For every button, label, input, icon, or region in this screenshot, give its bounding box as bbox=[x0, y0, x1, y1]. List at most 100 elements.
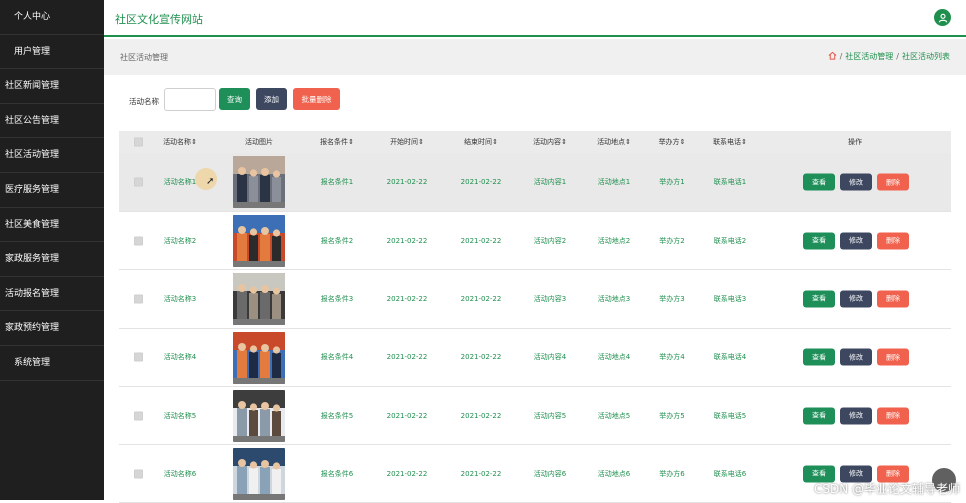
delete-button[interactable]: 删除 bbox=[877, 407, 909, 424]
view-button[interactable]: 查看 bbox=[803, 349, 835, 366]
cell-condition: 报名条件3 bbox=[321, 294, 353, 304]
query-button[interactable]: 查询 bbox=[219, 88, 250, 110]
breadcrumb-separator: / bbox=[896, 52, 899, 61]
cell-content: 活动内容6 bbox=[534, 469, 566, 479]
cell-name: 活动名称2 bbox=[164, 236, 196, 246]
col-header-end[interactable]: 结束时间⇕ bbox=[464, 137, 498, 147]
cell-condition: 报名条件4 bbox=[321, 352, 353, 362]
col-header-condition[interactable]: 报名条件⇕ bbox=[320, 137, 354, 147]
view-button[interactable]: 查看 bbox=[803, 290, 835, 307]
cell-name: 活动名称5 bbox=[164, 411, 196, 421]
cell-end: 2021-02-22 bbox=[461, 237, 502, 245]
activity-image bbox=[233, 448, 285, 500]
activity-image bbox=[233, 332, 285, 384]
cell-organizer: 举办方4 bbox=[659, 352, 684, 362]
sidebar-item-housekeeping-booking[interactable]: 家政预约管理 bbox=[0, 311, 104, 346]
sidebar-item-activity-signup[interactable]: 活动报名管理 bbox=[0, 277, 104, 312]
user-icon[interactable] bbox=[934, 9, 951, 26]
cell-condition: 报名条件6 bbox=[321, 469, 353, 479]
sidebar-item-news[interactable]: 社区新闻管理 bbox=[0, 69, 104, 104]
edit-button[interactable]: 修改 bbox=[840, 290, 872, 307]
batch-delete-button[interactable]: 批量删除 bbox=[293, 88, 340, 110]
sidebar-item-activities[interactable]: 社区活动管理 bbox=[0, 138, 104, 173]
sidebar-item-housekeeping[interactable]: 家政服务管理 bbox=[0, 242, 104, 277]
cell-start: 2021-02-22 bbox=[387, 470, 428, 478]
view-button[interactable]: 查看 bbox=[803, 407, 835, 424]
col-header-content[interactable]: 活动内容⇕ bbox=[533, 137, 567, 147]
delete-button[interactable]: 删除 bbox=[877, 174, 909, 191]
search-input[interactable] bbox=[164, 88, 216, 111]
cell-phone: 联系电话3 bbox=[714, 294, 746, 304]
cell-organizer: 举办方6 bbox=[659, 469, 684, 479]
cell-condition: 报名条件1 bbox=[321, 177, 353, 187]
select-all-checkbox[interactable] bbox=[134, 138, 143, 147]
cell-content: 活动内容3 bbox=[534, 294, 566, 304]
edit-button[interactable]: 修改 bbox=[840, 349, 872, 366]
cell-start: 2021-02-22 bbox=[387, 412, 428, 420]
col-header-phone[interactable]: 联系电话⇕ bbox=[713, 137, 747, 147]
sidebar-item-food[interactable]: 社区美食管理 bbox=[0, 208, 104, 243]
table-row[interactable]: 活动名称3 报名条件3 2021-02-22 2021-02-22 活动内容3 活动地点3… bbox=[119, 270, 951, 328]
cell-start: 2021-02-22 bbox=[387, 295, 428, 303]
table-row[interactable]: 活动名称2报名条件22021-02-222021-02-22活动内容2活动地点2… bbox=[119, 212, 951, 270]
edit-button[interactable]: 修改 bbox=[840, 407, 872, 424]
cell-organizer: 举办方5 bbox=[659, 411, 684, 421]
sidebar-item-personal-center[interactable]: 个人中心 bbox=[0, 0, 104, 35]
home-icon[interactable] bbox=[828, 51, 837, 62]
cell-place: 活动地点4 bbox=[598, 352, 630, 362]
edit-button[interactable]: 修改 bbox=[840, 174, 872, 191]
col-header-organizer[interactable]: 举办方⇕ bbox=[659, 137, 686, 147]
edit-button[interactable]: 修改 bbox=[840, 232, 872, 249]
cell-organizer: 举办方2 bbox=[659, 236, 684, 246]
cursor-arrow-icon: ➚ bbox=[206, 176, 214, 187]
page-title: 社区活动管理 bbox=[120, 52, 168, 63]
sidebar-item-announcements[interactable]: 社区公告管理 bbox=[0, 104, 104, 139]
row-checkbox[interactable] bbox=[134, 178, 143, 187]
view-button[interactable]: 查看 bbox=[803, 232, 835, 249]
table-row[interactable]: 活动名称5报名条件52021-02-222021-02-22活动内容5活动地点5… bbox=[119, 387, 951, 445]
search-label: 活动名称 bbox=[129, 96, 159, 107]
activity-table: 活动名称⇕ 活动图片 报名条件⇕ 开始时间⇕ 结束时间⇕ 活动内容⇕ 活动地点⇕… bbox=[119, 131, 951, 503]
row-checkbox[interactable] bbox=[134, 469, 143, 478]
table-row[interactable]: 活动名称4报名条件42021-02-222021-02-22活动内容4活动地点4… bbox=[119, 329, 951, 387]
col-header-place[interactable]: 活动地点⇕ bbox=[597, 137, 631, 147]
cell-content: 活动内容1 bbox=[534, 177, 566, 187]
add-button[interactable]: 添加 bbox=[256, 88, 287, 110]
cell-end: 2021-02-22 bbox=[461, 353, 502, 361]
cell-content: 活动内容4 bbox=[534, 352, 566, 362]
cell-organizer: 举办方3 bbox=[659, 294, 684, 304]
cell-end: 2021-02-22 bbox=[461, 470, 502, 478]
table-body: 活动名称1报名条件12021-02-222021-02-22活动内容1活动地点1… bbox=[119, 153, 951, 503]
row-checkbox[interactable] bbox=[134, 294, 143, 303]
delete-button[interactable]: 删除 bbox=[877, 290, 909, 307]
cell-place: 活动地点1 bbox=[598, 177, 630, 187]
breadcrumb-level1[interactable]: 社区活动管理 bbox=[845, 51, 893, 62]
row-checkbox[interactable] bbox=[134, 353, 143, 362]
top-bar: 社区文化宣传网站 bbox=[104, 0, 966, 37]
cell-phone: 联系电话6 bbox=[714, 469, 746, 479]
cell-end: 2021-02-22 bbox=[461, 295, 502, 303]
sidebar-item-system[interactable]: 系统管理 bbox=[0, 346, 104, 381]
watermark: CSDN @毕业论文辅导老师 bbox=[814, 480, 960, 497]
activity-image bbox=[233, 215, 285, 267]
cell-end: 2021-02-22 bbox=[461, 412, 502, 420]
cell-condition: 报名条件2 bbox=[321, 236, 353, 246]
cell-place: 活动地点6 bbox=[598, 469, 630, 479]
sidebar-item-medical[interactable]: 医疗服务管理 bbox=[0, 173, 104, 208]
cell-end: 2021-02-22 bbox=[461, 178, 502, 186]
cell-name: 活动名称3 bbox=[164, 294, 196, 304]
row-checkbox[interactable] bbox=[134, 236, 143, 245]
delete-button[interactable]: 删除 bbox=[877, 349, 909, 366]
view-button[interactable]: 查看 bbox=[803, 174, 835, 191]
table-row[interactable]: 活动名称1报名条件12021-02-222021-02-22活动内容1活动地点1… bbox=[119, 153, 951, 212]
cell-place: 活动地点3 bbox=[598, 294, 630, 304]
cell-organizer: 举办方1 bbox=[659, 177, 684, 187]
delete-button[interactable]: 删除 bbox=[877, 232, 909, 249]
breadcrumb-bar: 社区活动管理 / 社区活动管理 / 社区活动列表 bbox=[104, 39, 966, 75]
col-header-name[interactable]: 活动名称⇕ bbox=[163, 137, 197, 147]
col-header-start[interactable]: 开始时间⇕ bbox=[390, 137, 424, 147]
cell-condition: 报名条件5 bbox=[321, 411, 353, 421]
row-checkbox[interactable] bbox=[134, 411, 143, 420]
sidebar: 个人中心 用户管理 社区新闻管理 社区公告管理 社区活动管理 医疗服务管理 社区… bbox=[0, 0, 104, 500]
sidebar-item-user-management[interactable]: 用户管理 bbox=[0, 35, 104, 70]
